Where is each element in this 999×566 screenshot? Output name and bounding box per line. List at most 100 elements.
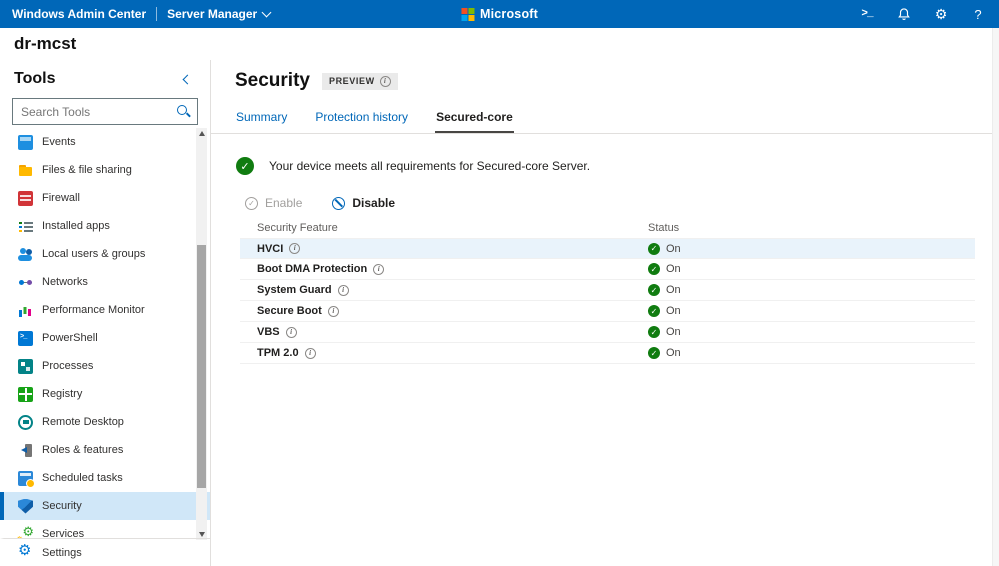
sidebar-item-files[interactable]: Files & file sharing — [0, 156, 210, 184]
powershell-terminal-icon[interactable]: >_ — [858, 5, 876, 23]
topbar-divider — [156, 7, 157, 21]
info-icon[interactable] — [289, 243, 300, 254]
security-features-table: Security Feature Status HVCIOnBoot DMA P… — [240, 218, 975, 364]
info-icon[interactable] — [373, 264, 384, 275]
topbar-left: Windows Admin Center Server Manager — [12, 7, 270, 21]
feature-cell: Secure Boot — [240, 305, 648, 317]
disable-button-label: Disable — [352, 196, 395, 210]
installed-apps-icon — [18, 219, 33, 234]
firewall-icon — [18, 191, 33, 206]
status-cell: On — [648, 305, 975, 317]
sidebar-item-settings[interactable]: Settings — [0, 538, 210, 566]
sidebar-item-scheduled-tasks[interactable]: Scheduled tasks — [0, 464, 210, 492]
column-header-status: Status — [648, 222, 975, 234]
server-manager-menu[interactable]: Server Manager — [167, 7, 270, 21]
status-value: On — [666, 326, 681, 338]
preview-badge: PREVIEW — [322, 73, 398, 90]
info-icon[interactable] — [338, 285, 349, 296]
feature-cell: Boot DMA Protection — [240, 263, 648, 275]
enable-button[interactable]: Enable — [245, 196, 302, 210]
chevron-left-icon — [182, 74, 192, 84]
tools-title: Tools — [14, 70, 55, 88]
info-icon[interactable] — [380, 76, 391, 87]
feature-name: Boot DMA Protection — [257, 263, 367, 275]
notifications-bell-icon[interactable] — [895, 5, 913, 23]
tools-list: Events Files & file sharingFirewall Instal… — [0, 128, 210, 538]
collapse-sidebar-button[interactable] — [178, 70, 196, 88]
preview-badge-label: PREVIEW — [329, 76, 375, 86]
sidebar-item-networks[interactable]: Networks — [0, 268, 210, 296]
users-icon — [18, 247, 33, 262]
sidebar-item-roles-features[interactable]: Roles & features — [0, 436, 210, 464]
info-icon[interactable] — [305, 348, 316, 359]
events-icon — [18, 135, 33, 150]
sidebar-item-security[interactable]: Security — [0, 492, 210, 520]
sidebar-item-local-users-groups[interactable]: Local users & groups — [0, 240, 210, 268]
info-icon[interactable] — [328, 306, 339, 317]
sidebar-item-powershell[interactable]: PowerShell — [0, 324, 210, 352]
status-on-check-icon — [648, 263, 660, 275]
processes-icon — [18, 359, 33, 374]
status-message: Your device meets all requirements for S… — [269, 159, 590, 173]
sidebar-item-services[interactable]: Services — [0, 520, 210, 538]
sidebar-item-label: Roles & features — [42, 444, 123, 456]
command-bar: Enable Disable — [235, 196, 985, 210]
sidebar-item-label: Installed apps — [42, 220, 110, 232]
sidebar-item-label: Performance Monitor — [42, 304, 145, 316]
page-scrollbar[interactable] — [992, 28, 999, 566]
tab-summary[interactable]: Summary — [235, 106, 288, 133]
sidebar-item-label: PowerShell — [42, 332, 98, 344]
sidebar-item-installed-apps[interactable]: Installed apps — [0, 212, 210, 240]
roles-features-icon — [18, 443, 33, 458]
column-header-feature: Security Feature — [240, 222, 648, 234]
sidebar-item-label: Services — [42, 528, 84, 538]
page-title: dr-mcst — [14, 34, 76, 54]
tab-secured-core[interactable]: Secured-core — [435, 106, 514, 133]
table-row[interactable]: HVCIOn — [240, 238, 975, 259]
status-cell: On — [648, 263, 975, 275]
sidebar-item-label: Remote Desktop — [42, 416, 124, 428]
info-icon[interactable] — [286, 327, 297, 338]
sidebar-item-processes[interactable]: Processes — [0, 352, 210, 380]
table-row[interactable]: Secure Boot On — [240, 301, 975, 322]
table-header-row: Security Feature Status — [240, 218, 975, 238]
search-input[interactable] — [12, 98, 198, 125]
security-main-panel: Security PREVIEW Summary Protection histo… — [211, 60, 999, 566]
scheduled-tasks-icon — [18, 471, 33, 486]
sidebar-item-registry[interactable]: Registry — [0, 380, 210, 408]
table-row[interactable]: Boot DMA Protection On — [240, 259, 975, 280]
feature-name: TPM 2.0 — [257, 347, 299, 359]
feature-cell: VBS — [240, 326, 648, 338]
status-on-check-icon — [648, 326, 660, 338]
sidebar-item-label: Events — [42, 136, 76, 148]
sidebar-item-firewall[interactable]: Firewall — [0, 184, 210, 212]
perfmon-icon — [18, 303, 33, 318]
status-value: On — [666, 263, 681, 275]
enable-check-circle-icon — [245, 197, 258, 210]
microsoft-logo[interactable]: Microsoft — [461, 0, 538, 28]
help-icon[interactable]: ? — [969, 5, 987, 23]
sidebar-item-performance-monitor[interactable]: Performance Monitor — [0, 296, 210, 324]
sidebar-item-events[interactable]: Events — [0, 128, 210, 156]
table-row[interactable]: TPM 2.0On — [240, 343, 975, 364]
status-on-check-icon — [648, 347, 660, 359]
table-row[interactable]: System GuardOn — [240, 280, 975, 301]
triangle-down-icon — [199, 532, 205, 537]
scroll-up-button[interactable] — [196, 128, 207, 139]
product-name-link[interactable]: Windows Admin Center — [12, 7, 146, 21]
disable-button[interactable]: Disable — [332, 196, 395, 210]
scrollbar-thumb[interactable] — [197, 245, 206, 488]
status-cell: On — [648, 284, 975, 296]
body-layout: Tools Events Files & file sharingFirewall… — [0, 60, 999, 566]
server-header: dr-mcst — [0, 28, 999, 60]
tools-header: Tools — [0, 60, 210, 96]
sidebar-item-remote-desktop[interactable]: Remote Desktop — [0, 408, 210, 436]
search-icon[interactable] — [176, 104, 191, 119]
feature-name: Secure Boot — [257, 305, 322, 317]
tool-title: Security — [235, 70, 310, 92]
settings-gear-topbar-icon[interactable]: ⚙ — [932, 5, 950, 23]
table-row[interactable]: VBS On — [240, 322, 975, 343]
sidebar-scrollbar[interactable] — [196, 128, 207, 540]
sidebar-item-label: Networks — [42, 276, 88, 288]
tab-protection-history[interactable]: Protection history — [314, 106, 409, 133]
